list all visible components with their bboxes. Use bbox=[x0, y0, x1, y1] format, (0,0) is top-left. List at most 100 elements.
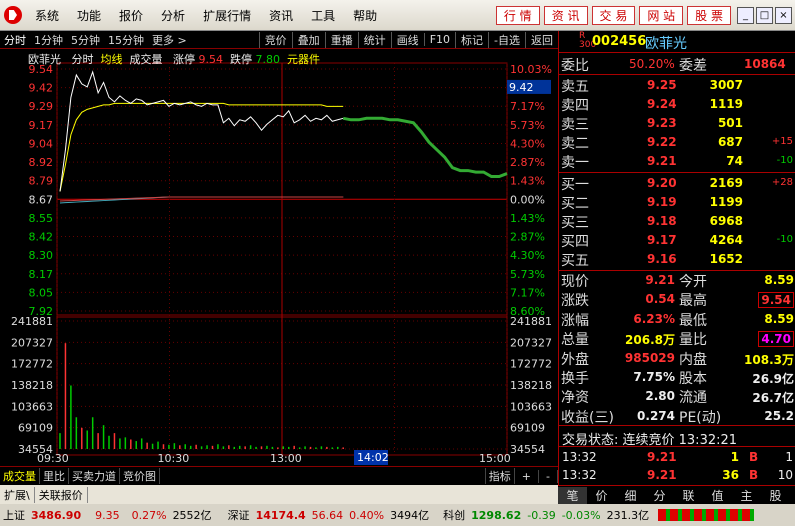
menu-quote[interactable]: 报价 bbox=[110, 7, 152, 24]
stat-label-2: 最高 bbox=[679, 293, 707, 310]
book-row[interactable]: 卖二 9.22 687 +15 bbox=[559, 133, 795, 152]
toolbar-trade-button[interactable]: 交 易 bbox=[591, 5, 636, 25]
chart-avg-label: 均线 bbox=[100, 53, 123, 66]
indicator-button[interactable]: 指标 bbox=[484, 468, 515, 484]
tab-15min[interactable]: 15分钟 bbox=[104, 32, 148, 48]
sh-index-value: 3486.90 bbox=[31, 508, 82, 522]
book-change: -10 bbox=[776, 234, 793, 245]
diff-label: 委差 bbox=[679, 58, 707, 74]
tab-more[interactable]: 更多 > bbox=[148, 32, 191, 48]
zoom-out-button[interactable]: - bbox=[539, 469, 558, 483]
pct-tick-label: 4.30% bbox=[510, 249, 545, 262]
right-tab[interactable]: 联 bbox=[674, 487, 703, 504]
menu-analysis[interactable]: 分析 bbox=[152, 7, 194, 24]
book-row[interactable]: 买四 9.17 4264 -10 bbox=[559, 231, 795, 250]
sector-label: 元器件 bbox=[287, 53, 320, 66]
mark-button[interactable]: 标记 bbox=[455, 31, 488, 48]
book-row[interactable]: 买二 9.19 1199 bbox=[559, 193, 795, 212]
book-row[interactable]: 卖五 9.25 3007 bbox=[559, 76, 795, 95]
book-price: 9.24 bbox=[647, 97, 677, 111]
right-tab[interactable]: 股 bbox=[761, 487, 790, 504]
book-level-label: 卖一 bbox=[561, 155, 589, 171]
stat-value-2: 4.70 bbox=[758, 331, 794, 348]
stat-value: 9.21 bbox=[645, 273, 675, 287]
tab-5min[interactable]: 5分钟 bbox=[67, 32, 104, 48]
stat-row: 现价 9.21 今开 8.59 bbox=[559, 271, 795, 290]
book-volume: 74 bbox=[726, 154, 743, 168]
right-tab-bar: 笔价细分联值主股 bbox=[558, 485, 795, 504]
auction-button[interactable]: 竞价 bbox=[258, 31, 292, 48]
stat-label-2: 股本 bbox=[679, 371, 707, 387]
book-price: 9.18 bbox=[647, 214, 677, 228]
right-tab[interactable]: 主 bbox=[732, 487, 761, 504]
f10-button[interactable]: F10 bbox=[423, 33, 455, 46]
replay-button[interactable]: 重播 bbox=[324, 31, 358, 48]
price-tick-label: 9.29 bbox=[29, 100, 54, 113]
right-tab[interactable]: 价 bbox=[587, 487, 616, 504]
book-row[interactable]: 卖四 9.24 1119 bbox=[559, 95, 795, 114]
intraday-chart[interactable]: 9.5410.03%9.428.60%9.297.17%9.175.73%9.0… bbox=[0, 49, 558, 466]
kc-index-label[interactable]: 科创 bbox=[440, 507, 468, 523]
sz-index-label[interactable]: 深证 bbox=[225, 507, 253, 523]
tab-intraday[interactable]: 分时 bbox=[0, 32, 30, 48]
back-button[interactable]: 返回 bbox=[525, 31, 558, 48]
book-row[interactable]: 买一 9.20 2169 +28 bbox=[559, 174, 795, 193]
right-tab[interactable]: 分 bbox=[645, 487, 674, 504]
menu-function[interactable]: 功能 bbox=[68, 7, 110, 24]
menu-bar: 系统 功能 报价 分析 扩展行情 资讯 工具 帮助 行 情 资 讯 交 易 网 … bbox=[0, 0, 795, 31]
volume-tick-label: 241881 bbox=[11, 315, 53, 328]
menu-news[interactable]: 资讯 bbox=[260, 7, 302, 24]
tick-count: 1 bbox=[785, 450, 793, 464]
tick-side: B bbox=[749, 450, 759, 464]
time-tick-label: 13:00 bbox=[270, 452, 302, 465]
remove-watchlist-button[interactable]: -自选 bbox=[488, 31, 525, 48]
stat-label: 换手 bbox=[561, 371, 589, 387]
menu-tools[interactable]: 工具 bbox=[302, 7, 344, 24]
minimize-button[interactable]: _ bbox=[737, 6, 754, 24]
menu-extended[interactable]: 扩展行情 bbox=[194, 7, 260, 24]
book-row[interactable]: 买五 9.16 1652 bbox=[559, 250, 795, 269]
tab-1min[interactable]: 1分钟 bbox=[30, 32, 67, 48]
price-tick-label: 9.04 bbox=[29, 137, 54, 150]
draw-button[interactable]: 画线 bbox=[390, 31, 424, 48]
zoom-in-button[interactable]: + bbox=[515, 469, 540, 483]
tab-auction-chart[interactable]: 竞价图 bbox=[120, 468, 160, 484]
toolbar-quote-button[interactable]: 行 情 bbox=[495, 5, 540, 25]
order-ratio-row: 委比 50.20% 委差 10864 bbox=[559, 53, 795, 75]
right-tab[interactable]: 值 bbox=[703, 487, 732, 504]
tick-price: 9.21 bbox=[647, 450, 677, 464]
stat-value: 7.75% bbox=[633, 370, 675, 384]
stats-button[interactable]: 统计 bbox=[357, 31, 391, 48]
menu-system[interactable]: 系统 bbox=[26, 7, 68, 24]
sh-index-change: 9.35 bbox=[95, 508, 120, 522]
book-row[interactable]: 卖三 9.23 501 bbox=[559, 114, 795, 133]
book-price: 9.21 bbox=[647, 154, 677, 168]
sh-index-label[interactable]: 上证 bbox=[0, 507, 28, 523]
menu-help[interactable]: 帮助 bbox=[344, 7, 386, 24]
book-row[interactable]: 买三 9.18 6968 bbox=[559, 212, 795, 231]
time-tick-label: 10:30 bbox=[158, 452, 190, 465]
sz-index-change: 56.64 bbox=[311, 508, 344, 522]
close-button[interactable]: × bbox=[775, 6, 792, 24]
toolbar-site-button[interactable]: 网 站 bbox=[639, 5, 684, 25]
volume-tick-label: 172772 bbox=[11, 358, 53, 371]
tab-volume[interactable]: 成交量 bbox=[0, 468, 40, 484]
right-tab[interactable]: 笔 bbox=[558, 486, 587, 504]
maximize-button[interactable]: □ bbox=[756, 6, 773, 24]
tab-extended[interactable]: 扩展\ bbox=[0, 486, 35, 503]
tab-force[interactable]: 买卖力道 bbox=[69, 468, 120, 484]
stat-row: 净资 2.80 流通 26.7亿 bbox=[559, 387, 795, 406]
toolbar-news-button[interactable]: 资 讯 bbox=[543, 5, 588, 25]
time-tick-label: 15:00 bbox=[479, 452, 511, 465]
book-row[interactable]: 卖一 9.21 74 -10 bbox=[559, 152, 795, 171]
overlay-button[interactable]: 叠加 bbox=[291, 31, 325, 48]
tab-ratio[interactable]: 里比 bbox=[40, 468, 69, 484]
bid-book: 买一 9.20 2169 +28 买二 9.19 1199 买三 9.18 6968 买四 9.17 4… bbox=[559, 174, 795, 271]
tab-related-quote[interactable]: 关联报价 bbox=[35, 486, 88, 503]
price-tick-label: 9.42 bbox=[29, 82, 54, 95]
book-level-label: 买二 bbox=[561, 196, 589, 212]
book-price: 9.20 bbox=[647, 176, 677, 190]
toolbar-stock-button[interactable]: 股 票 bbox=[687, 5, 731, 25]
right-tab[interactable]: 细 bbox=[616, 487, 645, 504]
book-price: 9.16 bbox=[647, 252, 677, 266]
